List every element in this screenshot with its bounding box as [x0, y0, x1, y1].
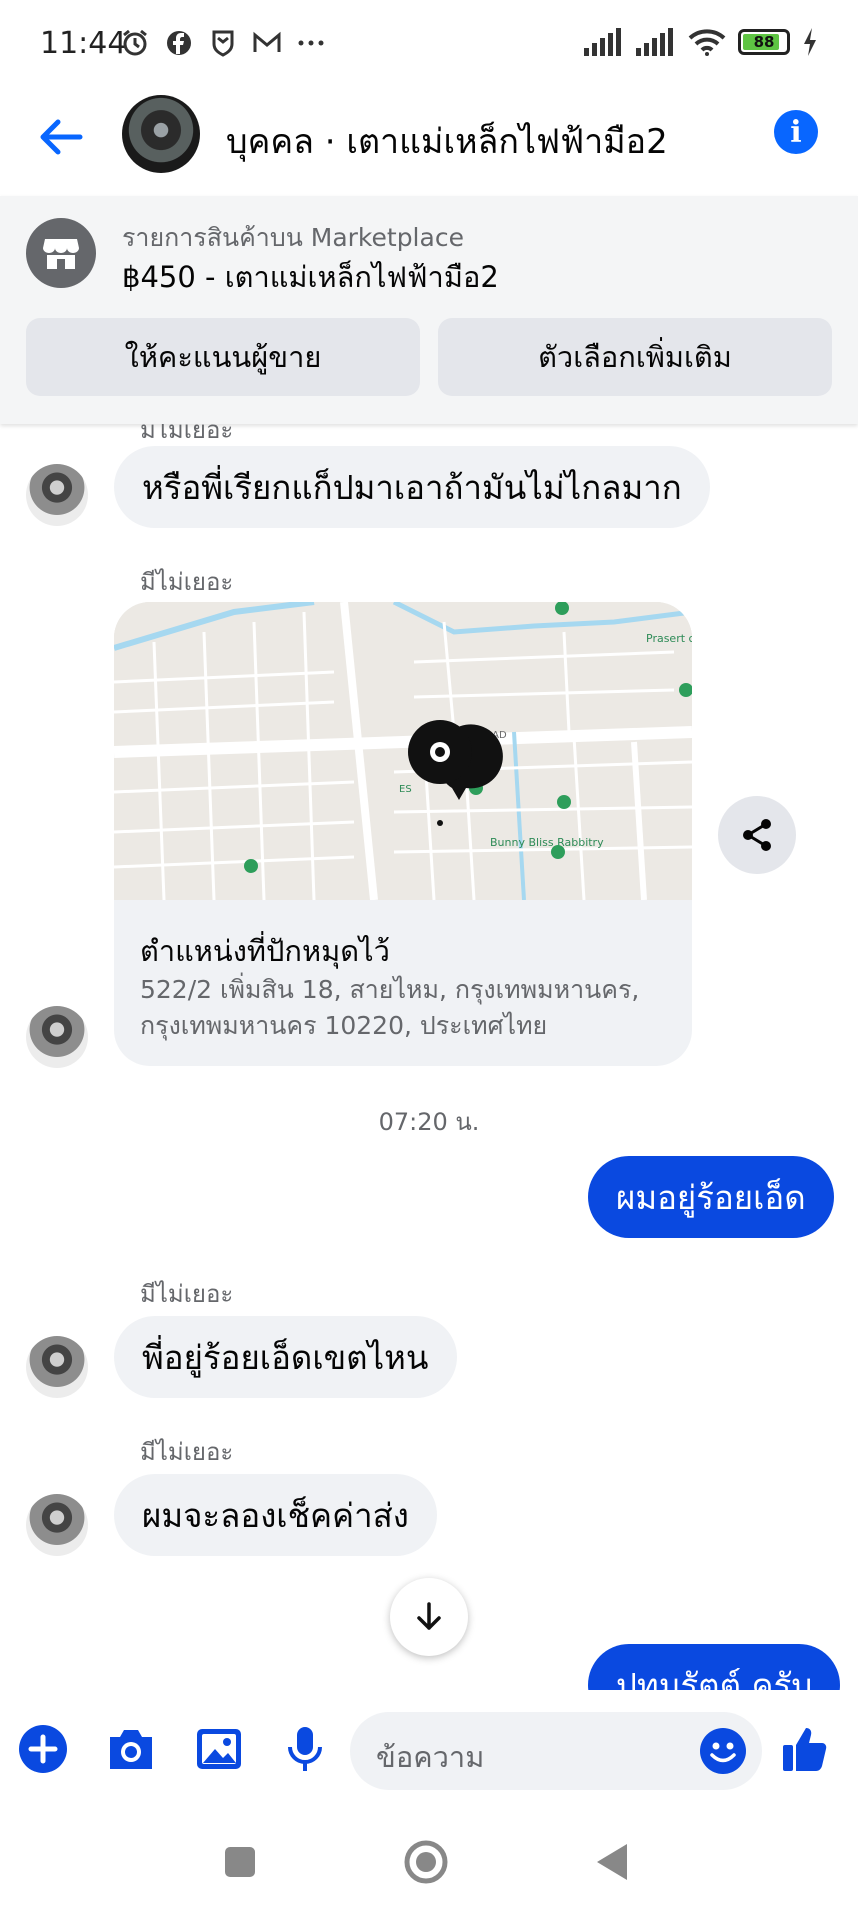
camera-button[interactable] [104, 1722, 158, 1776]
info-icon[interactable]: i [774, 110, 818, 154]
map-poi-label: ES [399, 784, 412, 795]
gallery-button[interactable] [192, 1722, 246, 1776]
marketplace-subtitle: รายการสินค้าบน Marketplace [122, 218, 464, 258]
message-input[interactable]: ข้อความ [350, 1712, 762, 1790]
share-icon [743, 819, 771, 851]
microphone-button[interactable] [278, 1722, 332, 1776]
avatar[interactable] [26, 464, 88, 526]
back-triangle-icon [597, 1844, 627, 1880]
chat-header: บุคคล · เตาแม่เหล็กไฟฟ้ามือ2 i [0, 90, 858, 196]
marketplace-banner: รายการสินค้าบน Marketplace ฿450 - เตาแม่… [0, 196, 858, 424]
location-card[interactable]: PHOEM SIN ROAD Bunny Bliss Rabbitry Pras… [114, 602, 692, 1066]
more-options-button[interactable]: ตัวเลือกเพิ่มเติม [438, 318, 832, 396]
chat-avatar[interactable] [122, 95, 200, 173]
battery-icon: 88 [738, 29, 790, 55]
location-address: 522/2 เพิ่มสิน 18, สายไหม, กรุงเทพมหานคร… [140, 975, 640, 1004]
status-notification-icons [120, 28, 326, 58]
message-composer: ข้อความ [0, 1690, 858, 1810]
status-system-icons: 88 [584, 28, 818, 56]
sender-name: มีไม่เยอะ [140, 568, 234, 596]
plus-icon [19, 1725, 67, 1773]
home-button[interactable] [398, 1834, 454, 1890]
like-button[interactable] [778, 1722, 832, 1776]
back-button[interactable] [584, 1834, 640, 1890]
gmail-icon [253, 31, 281, 52]
message-bubble-outgoing[interactable]: ผมอยู่ร้อยเอ็ด [588, 1156, 834, 1238]
home-circle-icon [404, 1840, 448, 1884]
marketplace-brand: Marketplace [310, 223, 464, 252]
sender-name: มีไม่เยอะ [140, 1280, 234, 1308]
message-bubble-incoming[interactable]: ผมจะลองเช็คค่าส่ง [114, 1474, 437, 1556]
back-arrow-icon[interactable] [36, 112, 86, 162]
wifi-icon [688, 29, 726, 56]
camera-icon [110, 1730, 152, 1769]
marketplace-subtitle-prefix: รายการสินค้าบน [122, 223, 303, 252]
microphone-icon [288, 1727, 322, 1771]
status-time: 11:44 [40, 26, 127, 61]
avatar[interactable] [26, 1494, 88, 1556]
store-icon [26, 218, 96, 288]
avatar[interactable] [26, 1336, 88, 1398]
signal-icon [636, 28, 673, 56]
charging-icon [804, 28, 816, 56]
sender-name: มีไม่เยอะ [140, 1438, 234, 1466]
signal-icon [584, 28, 621, 56]
message-thread[interactable]: มีไม่เยอะ หรือพี่เรียกแก็ปมาเอาถ้ามันไม่… [0, 424, 858, 1690]
share-button[interactable] [718, 796, 796, 874]
location-title: ตำแหน่งที่ปักหมุดไว้ [140, 934, 390, 968]
listing-title[interactable]: ฿450 - เตาแม่เหล็กไฟฟ้ามือ2 [122, 254, 499, 300]
avatar[interactable] [26, 1006, 88, 1068]
thumbs-up-icon [783, 1728, 827, 1771]
message-placeholder: ข้อความ [376, 1740, 485, 1774]
map-graphic: PHOEM SIN ROAD Bunny Bliss Rabbitry Pras… [114, 602, 692, 900]
rate-seller-button[interactable]: ให้คะแนนผู้ขาย [26, 318, 420, 396]
recents-button[interactable] [212, 1834, 268, 1890]
timestamp: 07:20 น. [378, 1108, 480, 1136]
map-poi-label: Bunny Bliss Rabbitry [490, 836, 604, 849]
message-bubble-outgoing[interactable]: ปทุมรัตต์ ครับ [588, 1644, 841, 1690]
chat-title[interactable]: บุคคล · เตาแม่เหล็กไฟฟ้ามือ2 [226, 114, 668, 168]
image-icon [197, 1729, 241, 1769]
message-bubble-incoming[interactable]: พี่อยู่ร้อยเอ็ดเขตไหน [114, 1316, 457, 1398]
map-poi-label: Prasert ca [646, 632, 692, 645]
battery-percent: 88 [753, 33, 775, 51]
facebook-icon [167, 31, 191, 55]
scroll-to-bottom-button[interactable] [390, 1578, 468, 1656]
add-button[interactable] [16, 1722, 70, 1776]
square-icon [225, 1847, 255, 1877]
status-bar: 11:44 88 [0, 0, 858, 90]
message-bubble-incoming[interactable]: หรือพี่เรียกแก็ปมาเอาถ้ามันไม่ไกลมาก [114, 446, 710, 528]
shield-icon [212, 30, 234, 57]
emoji-icon[interactable] [700, 1728, 746, 1774]
system-navigation-bar [0, 1810, 858, 1907]
location-map[interactable]: PHOEM SIN ROAD Bunny Bliss Rabbitry Pras… [114, 602, 692, 900]
arrow-down-icon [417, 1602, 441, 1630]
alarm-icon [123, 29, 147, 56]
more-dots-icon [298, 40, 324, 46]
location-address: กรุงเทพมหานคร 10220, ประเทศไทย [140, 1011, 548, 1040]
